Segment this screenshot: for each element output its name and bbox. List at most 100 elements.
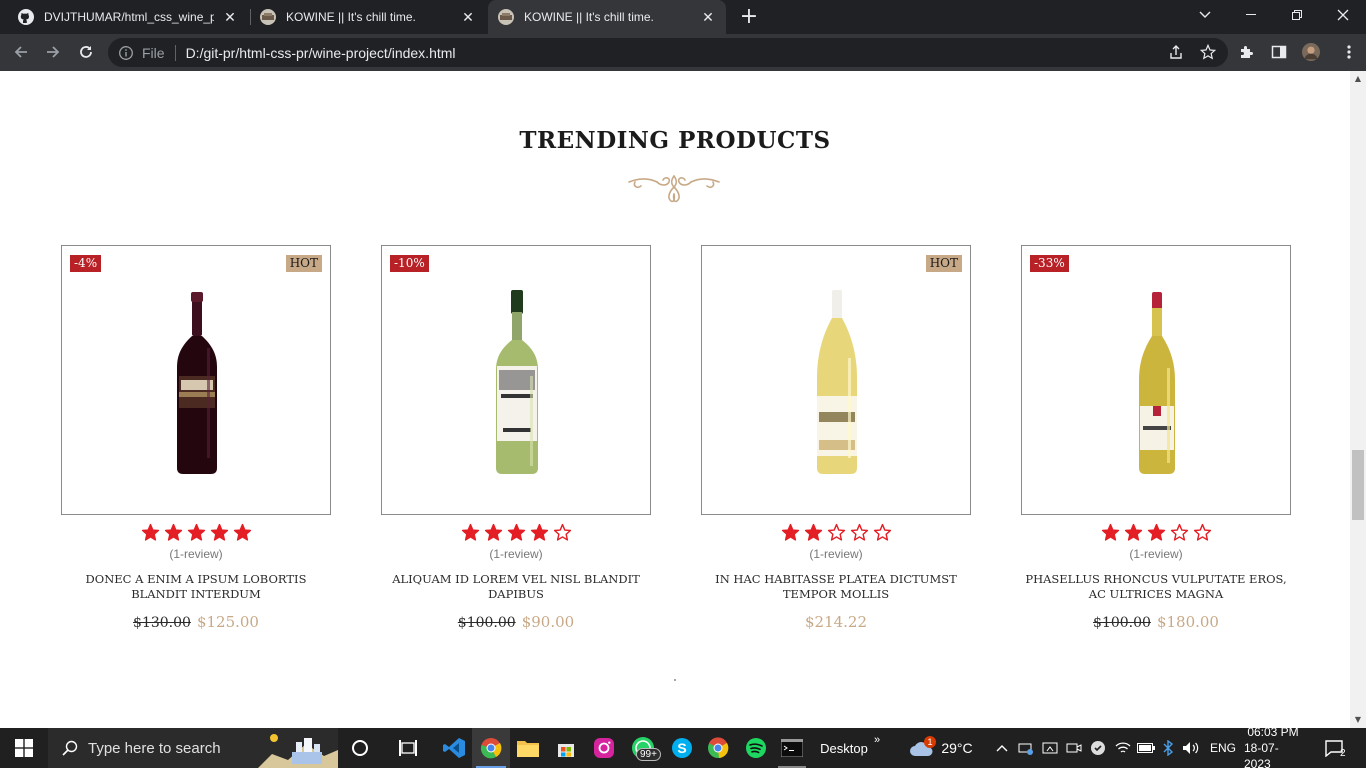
meet-now-camera-icon[interactable]	[1064, 728, 1084, 768]
product-card[interactable]: -33%	[1021, 245, 1291, 515]
network-drive-icon[interactable]	[1016, 728, 1036, 768]
show-hidden-icons-chevron-icon[interactable]	[992, 728, 1012, 768]
vscode-icon[interactable]	[436, 728, 472, 768]
extensions-puzzle-icon[interactable]	[1238, 43, 1256, 61]
sale-price: $90.00	[521, 613, 575, 631]
browser-toolbar: File D:/git-pr/html-css-pr/wine-project/…	[0, 34, 1366, 71]
more-menu-icon[interactable]	[1340, 43, 1358, 61]
review-count[interactable]: (1-review)	[691, 547, 981, 561]
terminal-icon[interactable]	[774, 728, 810, 768]
tab-kowine-active[interactable]: KOWINE || It's chill time. ✕	[488, 0, 726, 34]
review-count[interactable]: (1-review)	[371, 547, 661, 561]
input-language[interactable]: ENG	[1206, 728, 1240, 768]
product-price: $214.22	[691, 613, 981, 631]
forward-arrow-icon[interactable]	[41, 40, 65, 64]
bookmark-star-icon[interactable]	[1199, 43, 1217, 61]
product-card[interactable]: -4% HOT	[61, 245, 331, 515]
product-name[interactable]: DONEC A ENIM A IPSUM LOBORTIS BLANDIT IN…	[51, 572, 341, 602]
review-count[interactable]: (1-review)	[51, 547, 341, 561]
clock[interactable]: 06:03 PM 18-07-2023	[1244, 725, 1302, 771]
weather-cloud-icon[interactable]: 1	[906, 728, 938, 768]
product-name[interactable]: ALIQUAM ID LOREM VEL NISL BLANDIT DAPIBU…	[371, 572, 661, 602]
product-price: $100.00 $180.00	[1011, 613, 1301, 631]
screen-capture-icon[interactable]	[1040, 728, 1060, 768]
tab-kowine-1[interactable]: KOWINE || It's chill time. ✕	[250, 0, 486, 34]
star-filled-icon	[1124, 523, 1142, 541]
taskbar-search-box[interactable]: Type here to search	[48, 728, 338, 768]
cortana-icon[interactable]	[342, 728, 378, 768]
tab-title: KOWINE || It's chill time.	[524, 10, 654, 24]
star-filled-icon	[804, 523, 822, 541]
hot-badge: HOT	[285, 255, 322, 272]
clock-date: 18-07-2023	[1244, 741, 1279, 771]
weather-temperature[interactable]: 29°C	[938, 728, 976, 768]
reload-icon[interactable]	[74, 40, 98, 64]
skype-icon[interactable]: S	[664, 728, 700, 768]
info-icon[interactable]	[118, 45, 134, 61]
address-bar[interactable]: File D:/git-pr/html-css-pr/wine-project/…	[108, 38, 1228, 67]
star-filled-icon	[461, 523, 479, 541]
whatsapp-icon[interactable]: 99+	[624, 728, 662, 768]
spotify-icon[interactable]	[738, 728, 774, 768]
star-empty-icon	[850, 523, 868, 541]
old-price: $100.00	[1093, 615, 1151, 631]
product-info: (1-review) ALIQUAM ID LOREM VEL NISL BLA…	[371, 523, 661, 631]
product-info: (1-review) IN HAC HABITASSE PLATEA DICTU…	[691, 523, 981, 631]
carousel-dot[interactable]	[674, 679, 676, 681]
file-explorer-icon[interactable]	[510, 728, 546, 768]
close-window-icon[interactable]	[1320, 0, 1366, 30]
side-panel-icon[interactable]	[1270, 43, 1288, 61]
battery-icon[interactable]	[1136, 728, 1156, 768]
page-scrollbar[interactable]: ▲ ▼	[1350, 71, 1366, 728]
restore-icon[interactable]	[1274, 0, 1320, 30]
star-filled-icon	[484, 523, 502, 541]
product-name[interactable]: IN HAC HABITASSE PLATEA DICTUMST TEMPOR …	[691, 572, 981, 602]
wifi-icon[interactable]	[1112, 728, 1134, 768]
product-info: (1-review) DONEC A ENIM A IPSUM LOBORTIS…	[51, 523, 341, 631]
notification-center-icon[interactable]: 2	[1316, 728, 1352, 768]
github-icon	[18, 9, 34, 25]
star-rating	[691, 523, 981, 543]
sancerre-bottle-image	[817, 290, 857, 474]
old-price: $130.00	[133, 615, 191, 631]
microsoft-store-icon[interactable]	[548, 728, 584, 768]
vpn-shield-icon[interactable]	[1088, 728, 1108, 768]
scrollbar-thumb[interactable]	[1352, 450, 1364, 520]
instagram-icon[interactable]	[586, 728, 622, 768]
search-highlight-illustration-icon	[258, 730, 338, 768]
tab-github[interactable]: DVIJTHUMAR/html_css_wine_pro ✕	[8, 0, 248, 34]
close-tab-icon[interactable]: ✕	[460, 9, 476, 25]
tab-search-icon[interactable]	[1182, 0, 1228, 30]
hot-badge: HOT	[925, 255, 962, 272]
minimize-icon[interactable]	[1228, 0, 1274, 30]
chrome-taskbar-icon[interactable]	[472, 728, 510, 768]
star-empty-icon	[873, 523, 891, 541]
url-text[interactable]: D:/git-pr/html-css-pr/wine-project/index…	[186, 45, 456, 61]
star-filled-icon	[141, 523, 159, 541]
review-count[interactable]: (1-review)	[1011, 547, 1301, 561]
star-filled-icon	[210, 523, 228, 541]
scroll-down-arrow-icon[interactable]: ▼	[1354, 716, 1362, 724]
desktop-toolbar-label[interactable]: Desktop	[818, 728, 870, 768]
discount-badge: -4%	[70, 255, 102, 272]
chrome-alt-icon[interactable]	[700, 728, 736, 768]
close-tab-icon[interactable]: ✕	[700, 9, 716, 25]
product-name[interactable]: PHASELLUS RHONCUS VULPUTATE EROS, AC ULT…	[1011, 572, 1301, 602]
star-rating	[371, 523, 661, 543]
windows-start-icon[interactable]	[0, 728, 48, 768]
toolbar-overflow-chevron-icon[interactable]: »	[870, 720, 884, 760]
product-card[interactable]: HOT	[701, 245, 971, 515]
back-arrow-icon[interactable]	[9, 40, 33, 64]
close-tab-icon[interactable]: ✕	[222, 9, 238, 25]
scroll-up-arrow-icon[interactable]: ▲	[1354, 75, 1362, 83]
share-icon[interactable]	[1167, 43, 1185, 61]
bluetooth-icon[interactable]	[1160, 728, 1176, 768]
profile-avatar[interactable]	[1302, 43, 1320, 61]
new-tab-button[interactable]: +	[738, 6, 760, 28]
product-price: $130.00 $125.00	[51, 613, 341, 631]
sale-price: $180.00	[1156, 613, 1219, 631]
product-card[interactable]: -10%	[381, 245, 651, 515]
page-viewport: TRENDING PRODUCTS -4% HOT -10% HOT -33% …	[0, 71, 1350, 728]
task-view-icon[interactable]	[390, 728, 426, 768]
volume-icon[interactable]	[1180, 728, 1202, 768]
